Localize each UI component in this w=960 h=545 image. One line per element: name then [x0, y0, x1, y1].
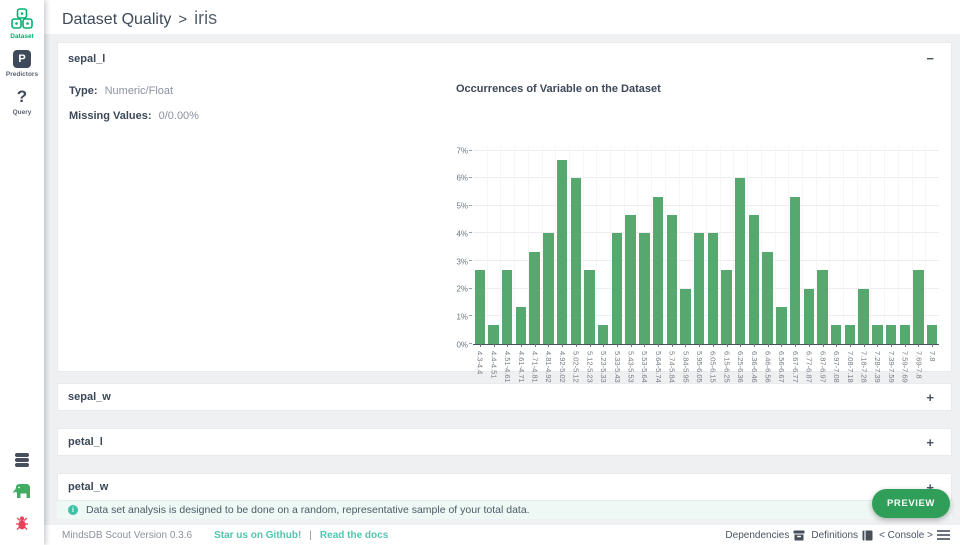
version-text: MindsDB Scout Version 0.3.6: [62, 529, 193, 541]
histogram-plot: [469, 145, 939, 347]
sidebar-item-query[interactable]: ? Query: [12, 87, 32, 117]
missing-values-field: Missing Values: 0/0.00%: [69, 110, 199, 122]
app-root: Dataset P Predictors ? Query Dataset Qua…: [0, 0, 960, 545]
histogram-bar: [748, 214, 760, 344]
collapse-icon[interactable]: −: [926, 52, 934, 65]
histogram-bar: [721, 270, 732, 344]
histogram-bar: [803, 288, 814, 344]
histogram-bar: [680, 288, 691, 344]
histogram-bar: [474, 270, 486, 344]
page-header: Dataset Quality > iris: [44, 0, 960, 34]
histogram-bar: [899, 325, 910, 344]
database-icon[interactable]: [14, 452, 30, 468]
expand-icon[interactable]: +: [926, 436, 934, 449]
histogram-bar: [597, 325, 609, 344]
panel-title: petal_w: [68, 481, 109, 493]
type-field: Type: Numeric/Float: [69, 85, 174, 97]
histogram-bar: [639, 233, 650, 344]
panel-title: petal_l: [68, 436, 103, 448]
expand-icon[interactable]: +: [926, 391, 934, 404]
docs-link[interactable]: Read the docs: [320, 530, 388, 541]
y-tick-label: 5%: [456, 201, 468, 211]
sidebar-label-query: Query: [12, 109, 32, 116]
histogram-bar: [556, 159, 568, 344]
y-tick-label: 2%: [456, 284, 468, 294]
histogram-bar: [913, 270, 924, 344]
y-tick-label: 0%: [456, 340, 468, 350]
histogram-bar: [735, 178, 746, 344]
sidebar-label-dataset: Dataset: [10, 33, 34, 40]
panel-sepal-l: sepal_l − Type: Numeric/Float Missing Va…: [57, 42, 952, 383]
histogram-bar: [776, 307, 787, 344]
panel-header[interactable]: sepal_l −: [68, 52, 934, 65]
histogram-bar: [762, 251, 773, 344]
info-bar: i Data set analysis is designed to be do…: [57, 501, 952, 519]
y-tick-label: 4%: [456, 229, 468, 239]
github-link[interactable]: Star us on Github!: [214, 530, 301, 541]
info-text: Data set analysis is designed to be done…: [86, 504, 530, 516]
sidebar-bottom-icons: [12, 452, 32, 545]
sidebar-label-predictors: Predictors: [5, 71, 39, 78]
y-tick-label: 7%: [456, 146, 468, 156]
histogram-chart: Occurrences of Variable on the Dataset 0…: [456, 83, 942, 383]
histogram-bar: [926, 325, 938, 344]
chart-title: Occurrences of Variable on the Dataset: [456, 83, 661, 95]
histogram-bar: [666, 214, 677, 344]
histogram-bar: [515, 307, 527, 344]
breadcrumb: Dataset Quality: [62, 11, 172, 28]
dataset-cubes-icon: [10, 8, 34, 30]
query-icon: ?: [16, 87, 28, 106]
y-tick-label: 3%: [456, 257, 468, 267]
histogram-bar: [611, 233, 623, 344]
histogram-bar: [584, 270, 595, 344]
main-content: Dataset Quality > iris sepal_l − Type: N…: [44, 0, 960, 545]
histogram-bar: [789, 196, 801, 344]
console-menu-icon: [937, 530, 950, 540]
sidebar: Dataset P Predictors ? Query: [0, 0, 44, 545]
histogram-bar: [625, 214, 636, 344]
info-icon: i: [68, 505, 78, 515]
definitions-button[interactable]: Definitions: [811, 530, 873, 541]
panel-sepal-w[interactable]: sepal_w +: [57, 383, 952, 411]
histogram-bar: [570, 178, 581, 344]
histogram-bar: [830, 325, 842, 344]
panel-title: sepal_w: [68, 391, 111, 403]
y-tick-label: 6%: [456, 173, 468, 183]
histogram-bar: [529, 251, 540, 344]
histogram-bar: [885, 325, 897, 344]
definitions-icon: [862, 530, 873, 541]
y-axis: 0% 1% 2% 3% 4% 5% 6% 7%: [456, 145, 470, 349]
breadcrumb-separator: >: [178, 11, 188, 28]
panel-title: sepal_l: [68, 52, 106, 65]
footer-divider: |: [309, 529, 312, 541]
histogram-bar: [817, 270, 828, 344]
histogram-bar: [693, 233, 705, 344]
histogram-bar: [502, 270, 513, 344]
panel-petal-l[interactable]: petal_l +: [57, 428, 952, 456]
histogram-bar: [652, 196, 664, 344]
histogram-bar: [707, 233, 719, 344]
histogram-bar: [543, 233, 554, 344]
bug-icon[interactable]: [15, 514, 29, 531]
sidebar-item-predictors[interactable]: P Predictors: [6, 50, 38, 78]
histogram-bar: [844, 325, 856, 344]
predictors-icon: P: [13, 50, 31, 68]
variable-fields: Type: Numeric/Float Missing Values: 0/0.…: [69, 85, 199, 135]
preview-button[interactable]: PREVIEW: [871, 489, 950, 518]
y-tick-label: 1%: [456, 312, 468, 322]
histogram-bar: [858, 288, 869, 344]
sidebar-item-dataset[interactable]: Dataset: [10, 8, 34, 40]
dataset-name: iris: [194, 8, 218, 28]
panel-petal-w[interactable]: petal_w +: [57, 473, 952, 501]
footer: MindsDB Scout Version 0.3.6 Star us on G…: [44, 525, 960, 545]
histogram-bar: [488, 325, 499, 344]
console-button[interactable]: < Console >: [879, 530, 950, 541]
elephant-icon[interactable]: [12, 483, 32, 499]
dependencies-button[interactable]: Dependencies: [725, 530, 805, 541]
dependencies-icon: [793, 530, 805, 541]
histogram-bar: [872, 325, 883, 344]
